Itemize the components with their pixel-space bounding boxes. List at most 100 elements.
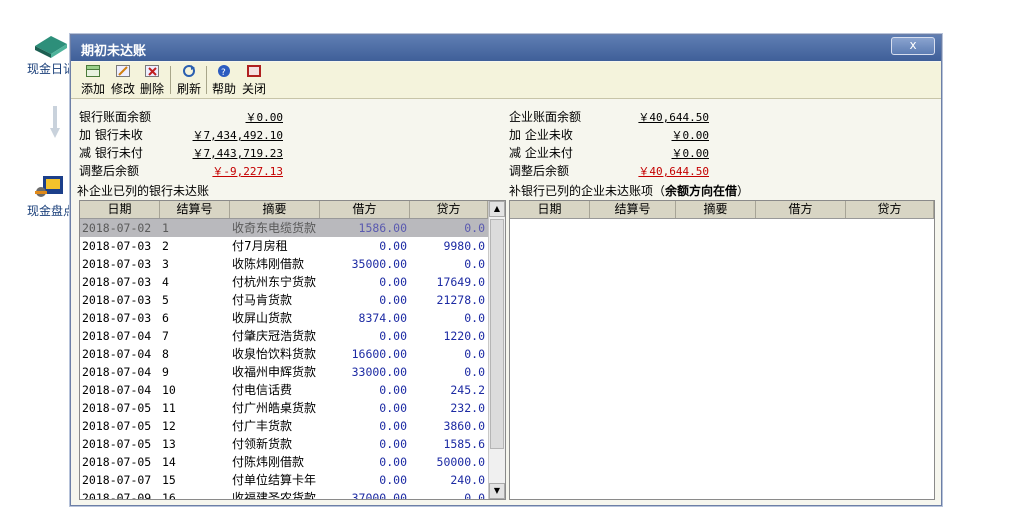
left-table: 日期 结算号 摘要 借方 贷方 2018-07-02 1 收奇东电缆货款 1586.00 0.0… [79,200,506,500]
cell-date: 2018-07-05 [82,455,152,469]
cell-credit: 17649.0 [436,275,485,289]
cell-credit: 0.0 [464,365,485,379]
edit-icon [116,65,130,77]
cell-date: 2018-07-03 [82,275,152,289]
add-button[interactable]: 添加 [81,64,105,97]
cell-debit: 16600.00 [351,347,407,361]
cell-summary: 付杭州东宁货款 [232,275,317,289]
cell-credit: 245.2 [450,383,485,397]
cell-summary: 付马肯货款 [232,293,293,307]
cell-summary: 收屏山货款 [232,311,293,325]
add-icon [86,65,100,77]
cell-credit: 0.0 [464,347,485,361]
cell-credit: 3860.0 [443,419,485,433]
cell-settlement-no: 12 [162,419,176,433]
table-row[interactable]: 2018-07-05 12 付广丰货款 0.00 3860.0 [80,417,488,435]
cell-date: 2018-07-04 [82,365,152,379]
close-button[interactable]: 关闭 [242,64,266,97]
toolbar-separator [170,66,171,94]
cash-journal-desktop-icon[interactable]: 现金日记 [26,30,76,77]
help-button[interactable]: ? 帮助 [212,64,236,97]
cell-date: 2018-07-03 [82,293,152,307]
table-row[interactable]: 2018-07-04 9 收福州申辉货款 33000.00 0.0 [80,363,488,381]
svg-text:?: ? [221,68,226,77]
table-row[interactable]: 2018-07-03 6 收屏山货款 8374.00 0.0 [80,309,488,327]
table-row[interactable]: 2018-07-05 11 付广州皓桌货款 0.00 232.0 [80,399,488,417]
scroll-thumb[interactable] [490,219,504,449]
cell-summary: 收陈炜刚借款 [232,257,305,271]
bank-balance-label: 银行账面余额 [79,110,152,124]
cell-debit: 0.00 [379,239,407,253]
table-row[interactable]: 2018-07-04 10 付电信话费 0.00 245.2 [80,381,488,399]
column-header-summary[interactable]: 摘要 [676,201,756,218]
column-header-settlement-no[interactable]: 结算号 [160,201,230,218]
table-row[interactable]: 2018-07-04 7 付肇庆冠浩货款 0.00 1220.0 [80,327,488,345]
cell-summary: 收奇东电缆货款 [232,221,317,235]
caption-prefix: 补银行已列的企业未达账项（ [509,184,666,198]
table-row[interactable]: 2018-07-02 1 收奇东电缆货款 1586.00 0.0 [80,219,488,237]
delete-button[interactable]: 删除 [140,64,164,97]
company-adjusted-label: 调整后余额 [509,164,570,178]
cell-credit: 0.0 [464,491,485,500]
column-header-settlement-no[interactable]: 结算号 [590,201,676,218]
arrow-down-icon [50,106,60,138]
scroll-down-button[interactable]: ▼ [489,483,505,499]
company-adjusted-value: ￥40,644.50 [638,165,709,178]
bank-adjusted-value: ￥-9,227.13 [212,165,283,178]
column-header-credit[interactable]: 贷方 [846,201,934,218]
bank-unpaid-label: 减 银行未付 [79,146,143,160]
refresh-button[interactable]: 刷新 [177,64,201,97]
table-row[interactable]: 2018-07-04 8 收泉怡饮料货款 16600.00 0.0 [80,345,488,363]
cell-summary: 付陈炜刚借款 [232,455,305,469]
column-header-debit[interactable]: 借方 [756,201,846,218]
cell-settlement-no: 16 [162,491,176,500]
cell-settlement-no: 11 [162,401,176,415]
table-row[interactable]: 2018-07-07 15 付单位结算卡年 0.00 240.0 [80,471,488,489]
column-header-debit[interactable]: 借方 [320,201,410,218]
bank-uncollected-label: 加 银行未收 [79,128,143,142]
cell-settlement-no: 1 [162,221,169,235]
cell-date: 2018-07-05 [82,437,152,451]
cell-date: 2018-07-02 [82,221,152,235]
caption-suffix: ） [737,184,750,198]
cell-credit: 21278.0 [436,293,485,307]
cell-debit: 37000.00 [351,491,407,500]
cell-settlement-no: 10 [162,383,176,397]
cell-credit: 0.0 [464,221,485,235]
table-row[interactable]: 2018-07-05 13 付领新货款 0.00 1585.6 [80,435,488,453]
left-table-scrollbar[interactable]: ▲ ▼ [488,201,505,499]
cell-summary: 收福州申辉货款 [232,365,317,379]
company-balance-label: 企业账面余额 [509,110,582,124]
table-row[interactable]: 2018-07-03 4 付杭州东宁货款 0.00 17649.0 [80,273,488,291]
table-row[interactable]: 2018-07-05 14 付陈炜刚借款 0.00 50000.0 [80,453,488,471]
cell-settlement-no: 5 [162,293,169,307]
cell-summary: 付广州皓桌货款 [232,401,317,415]
cell-settlement-no: 13 [162,437,176,451]
cell-credit: 0.0 [464,257,485,271]
cell-debit: 0.00 [379,275,407,289]
table-row[interactable]: 2018-07-03 3 收陈炜刚借款 35000.00 0.0 [80,255,488,273]
edit-button[interactable]: 修改 [111,64,135,97]
close-window-button[interactable]: x [891,37,935,55]
table-row[interactable]: 2018-07-09 16 收福建圣农货款 37000.00 0.0 [80,489,488,500]
column-header-date[interactable]: 日期 [80,201,160,218]
cell-summary: 付单位结算卡年 [232,473,317,487]
cell-date: 2018-07-03 [82,311,152,325]
cell-settlement-no: 2 [162,239,169,253]
cash-count-desktop-icon[interactable]: 现金盘点 [26,172,76,219]
refresh-icon [182,65,196,77]
cash-count-icon [31,172,71,202]
cell-debit: 0.00 [379,437,407,451]
help-icon: ? [217,65,231,78]
cell-credit: 232.0 [450,401,485,415]
bank-unpaid-value: ￥7,443,719.23 [192,147,283,160]
column-header-date[interactable]: 日期 [510,201,590,218]
close-label: 关闭 [242,82,267,96]
table-row[interactable]: 2018-07-03 5 付马肯货款 0.00 21278.0 [80,291,488,309]
column-header-summary[interactable]: 摘要 [230,201,320,218]
table-row[interactable]: 2018-07-03 2 付7月房租 0.00 9980.0 [80,237,488,255]
scroll-up-button[interactable]: ▲ [489,201,505,217]
column-header-credit[interactable]: 贷方 [410,201,488,218]
cell-debit: 0.00 [379,401,407,415]
cell-summary: 付广丰货款 [232,419,293,433]
